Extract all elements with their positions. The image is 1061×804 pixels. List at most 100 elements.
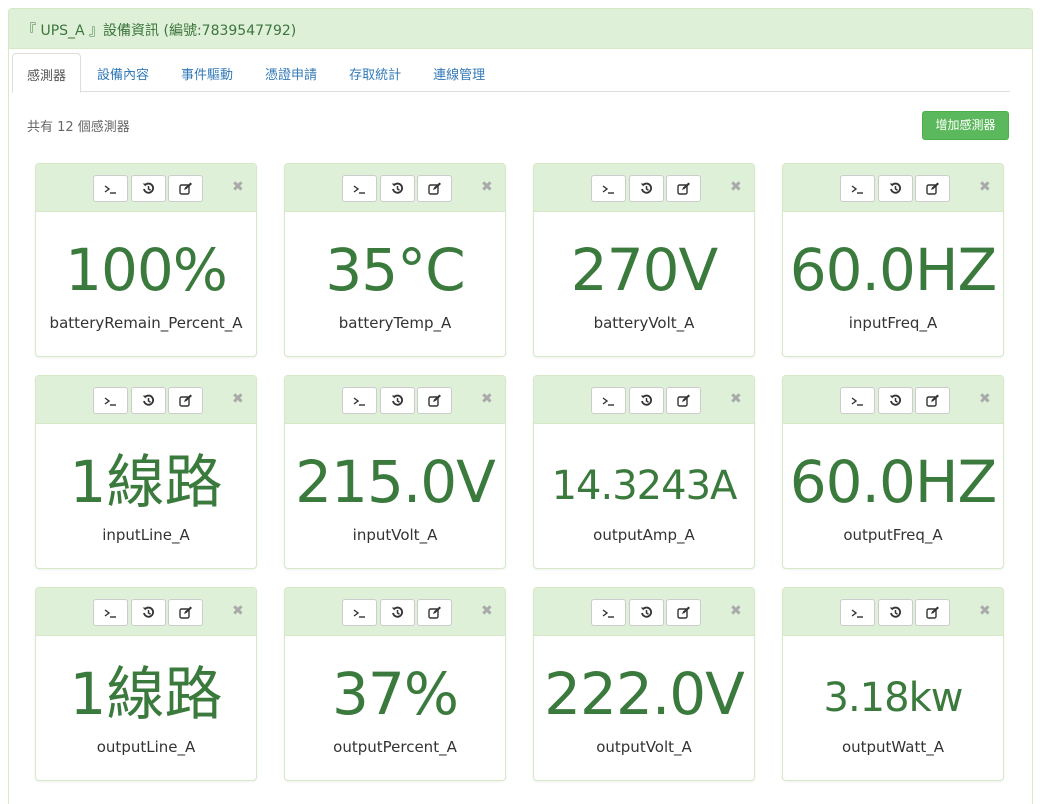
history-icon <box>142 606 155 619</box>
sensor-card-header: ✖ <box>783 588 1003 636</box>
terminal-icon <box>851 183 865 195</box>
edit-icon <box>178 606 193 619</box>
sensor-card: ✖ 14.3243A outputAmp_A <box>533 375 755 569</box>
close-icon[interactable]: ✖ <box>481 179 493 195</box>
sensor-card-header: ✖ <box>285 588 505 636</box>
history-button[interactable] <box>878 599 913 626</box>
edit-icon <box>676 394 691 407</box>
tab-connection[interactable]: 連線管理 <box>417 53 501 92</box>
edit-button[interactable] <box>666 387 701 414</box>
edit-button[interactable] <box>168 599 203 626</box>
terminal-button[interactable] <box>93 175 128 202</box>
edit-icon <box>427 606 442 619</box>
close-icon[interactable]: ✖ <box>481 603 493 619</box>
sensor-card: ✖ 215.0V inputVolt_A <box>284 375 506 569</box>
edit-button[interactable] <box>168 175 203 202</box>
history-button[interactable] <box>629 599 664 626</box>
sensor-label: outputFreq_A <box>843 526 943 544</box>
sensor-value: 35°C <box>325 236 465 304</box>
history-button[interactable] <box>629 387 664 414</box>
sensor-card: ✖ 60.0HZ inputFreq_A <box>782 163 1004 357</box>
terminal-button[interactable] <box>840 387 875 414</box>
edit-button[interactable] <box>915 175 950 202</box>
tab-bar: 感測器 設備內容 事件驅動 憑證申請 存取統計 連線管理 <box>12 53 1010 93</box>
edit-icon <box>925 394 940 407</box>
close-icon[interactable]: ✖ <box>979 179 991 195</box>
panel-title: 『 UPS_A 』設備資訊 (編號:7839547792) <box>9 9 1032 49</box>
history-button[interactable] <box>131 599 166 626</box>
history-button[interactable] <box>131 387 166 414</box>
close-icon[interactable]: ✖ <box>730 179 742 195</box>
close-icon[interactable]: ✖ <box>730 391 742 407</box>
edit-icon <box>427 182 442 195</box>
history-button[interactable] <box>878 175 913 202</box>
sensor-label: batteryVolt_A <box>593 314 695 332</box>
close-icon[interactable]: ✖ <box>232 179 244 195</box>
history-button[interactable] <box>878 387 913 414</box>
sensor-card: ✖ 100% batteryRemain_Percent_A <box>35 163 257 357</box>
history-button[interactable] <box>380 175 415 202</box>
sensor-count: 共有 12 個感測器 <box>27 120 130 135</box>
close-icon[interactable]: ✖ <box>481 391 493 407</box>
history-button[interactable] <box>131 175 166 202</box>
close-icon[interactable]: ✖ <box>979 603 991 619</box>
sensor-card-header: ✖ <box>36 164 256 212</box>
tab-event-driven[interactable]: 事件驅動 <box>165 53 249 92</box>
edit-icon <box>925 182 940 195</box>
close-icon[interactable]: ✖ <box>232 391 244 407</box>
terminal-icon <box>851 607 865 619</box>
terminal-button[interactable] <box>591 599 626 626</box>
history-icon <box>889 394 902 407</box>
terminal-button[interactable] <box>93 387 128 414</box>
edit-icon <box>676 606 691 619</box>
tab-sensors[interactable]: 感測器 <box>12 53 82 93</box>
sensor-label: inputLine_A <box>102 526 190 544</box>
history-icon <box>640 606 653 619</box>
close-icon[interactable]: ✖ <box>979 391 991 407</box>
terminal-icon <box>353 395 367 407</box>
edit-button[interactable] <box>417 175 452 202</box>
edit-button[interactable] <box>915 599 950 626</box>
sensor-card: ✖ 1線路 inputLine_A <box>35 375 257 569</box>
sensor-value: 3.18kw <box>823 675 964 721</box>
tab-certificate[interactable]: 憑證申請 <box>249 53 333 92</box>
terminal-icon <box>602 395 616 407</box>
edit-button[interactable] <box>417 387 452 414</box>
edit-button[interactable] <box>168 387 203 414</box>
sensor-value: 270V <box>570 236 718 304</box>
sensor-card: ✖ 1線路 outputLine_A <box>35 587 257 781</box>
sensor-value: 222.0V <box>544 660 745 728</box>
terminal-button[interactable] <box>591 175 626 202</box>
history-icon <box>640 394 653 407</box>
close-icon[interactable]: ✖ <box>232 603 244 619</box>
terminal-button[interactable] <box>342 387 377 414</box>
history-button[interactable] <box>629 175 664 202</box>
sensor-label: batteryTemp_A <box>338 314 452 332</box>
terminal-button[interactable] <box>93 599 128 626</box>
close-icon[interactable]: ✖ <box>730 603 742 619</box>
sensor-label: outputLine_A <box>96 738 196 756</box>
tab-access-stats[interactable]: 存取統計 <box>333 53 417 92</box>
sensor-card-header: ✖ <box>285 376 505 424</box>
history-button[interactable] <box>380 599 415 626</box>
sensor-label: outputVolt_A <box>596 738 692 756</box>
edit-button[interactable] <box>666 175 701 202</box>
terminal-button[interactable] <box>342 175 377 202</box>
history-icon <box>391 182 404 195</box>
tab-device-content[interactable]: 設備內容 <box>81 53 165 92</box>
terminal-button[interactable] <box>840 599 875 626</box>
history-button[interactable] <box>380 387 415 414</box>
terminal-button[interactable] <box>591 387 626 414</box>
history-icon <box>142 394 155 407</box>
sensor-value: 60.0HZ <box>789 236 998 304</box>
terminal-icon <box>104 395 118 407</box>
edit-icon <box>178 182 193 195</box>
sensor-value: 60.0HZ <box>789 448 998 516</box>
add-sensor-button[interactable]: 增加感測器 <box>922 111 1009 140</box>
edit-button[interactable] <box>417 599 452 626</box>
terminal-button[interactable] <box>342 599 377 626</box>
edit-button[interactable] <box>666 599 701 626</box>
terminal-button[interactable] <box>840 175 875 202</box>
edit-button[interactable] <box>915 387 950 414</box>
sensor-card: ✖ 35°C batteryTemp_A <box>284 163 506 357</box>
